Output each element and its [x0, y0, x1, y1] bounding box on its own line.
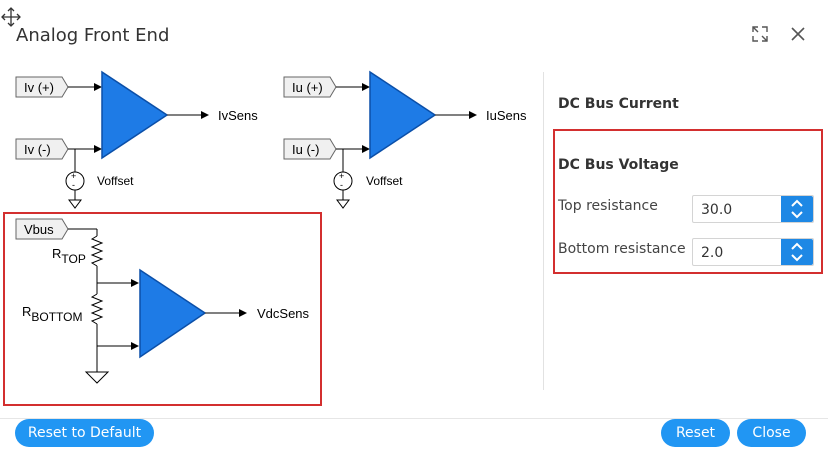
top-resistance-stepper[interactable]	[781, 196, 813, 222]
reset-button[interactable]: Reset	[661, 419, 730, 447]
svg-text:-: -	[72, 180, 75, 190]
close-icon[interactable]	[788, 24, 808, 44]
iv-amplifier-block: Iv (+) Iv (-) IvSens +- Voffset	[15, 70, 258, 209]
iu-pos-label: Iu (+)	[292, 80, 323, 95]
dialog-title: Analog Front End	[16, 25, 170, 46]
iu-amplifier	[369, 70, 437, 160]
iu-amplifier-block: Iu (+) Iu (-) IuSens +- Voffset	[283, 70, 527, 209]
bottom-resistance-value[interactable]: 2.0	[693, 239, 781, 265]
vdc-highlight-box	[3, 212, 322, 406]
vertical-divider	[543, 72, 544, 390]
iu-sens-label: IuSens	[486, 108, 527, 123]
reset-to-default-button[interactable]: Reset to Default	[15, 419, 154, 447]
iu-neg-label: Iu (-)	[292, 142, 319, 157]
voffset-label-2: Voffset	[366, 174, 403, 188]
iv-pos-label: Iv (+)	[24, 80, 54, 95]
top-resistance-label: Top resistance	[558, 198, 658, 214]
iv-amplifier	[101, 70, 169, 160]
close-button[interactable]: Close	[737, 419, 806, 447]
bottom-resistance-stepper[interactable]	[781, 239, 813, 265]
dc-bus-current-heading: DC Bus Current	[558, 96, 679, 112]
iv-neg-label: Iv (-)	[24, 142, 51, 157]
voffset-label-1: Voffset	[97, 174, 134, 188]
top-resistance-value[interactable]: 30.0	[693, 196, 781, 222]
stepper-up-down-icon[interactable]	[781, 239, 813, 265]
dc-bus-voltage-heading: DC Bus Voltage	[558, 157, 679, 173]
svg-text:-: -	[340, 180, 343, 190]
bottom-resistance-input[interactable]: 2.0	[692, 238, 814, 266]
expand-icon[interactable]	[750, 24, 770, 44]
stepper-up-down-icon[interactable]	[781, 196, 813, 222]
iv-sens-label: IvSens	[218, 108, 258, 123]
bottom-resistance-label: Bottom resistance	[558, 241, 686, 257]
top-resistance-input[interactable]: 30.0	[692, 195, 814, 223]
